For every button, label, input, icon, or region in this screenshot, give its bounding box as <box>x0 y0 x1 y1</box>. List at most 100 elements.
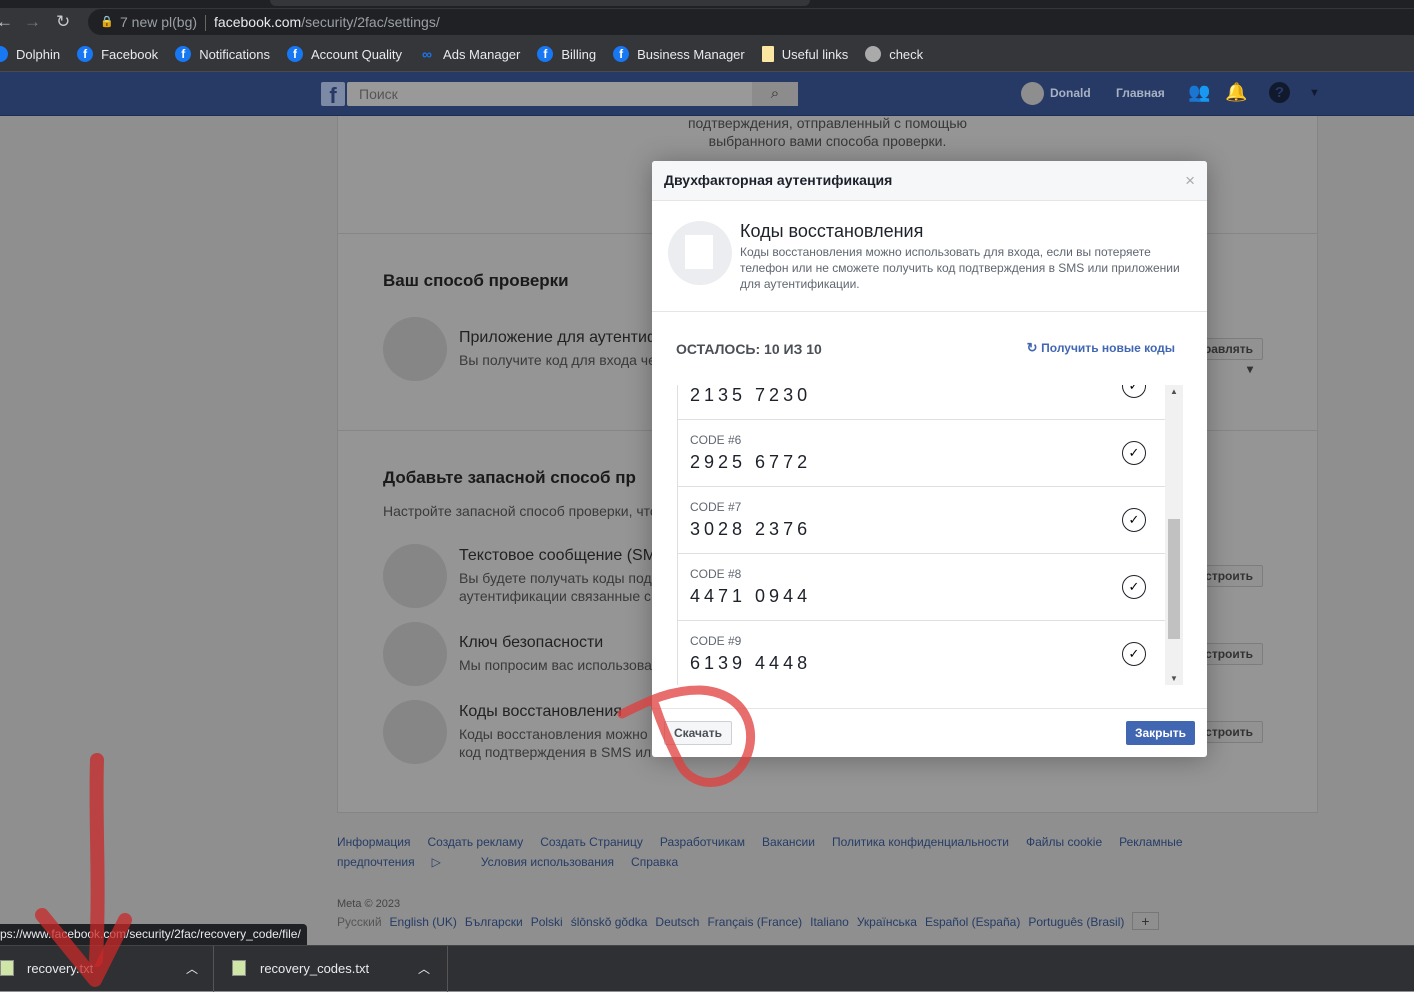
facebook-icon: f <box>175 46 192 62</box>
more-languages-button[interactable]: + <box>1132 912 1159 930</box>
bookmark-billing[interactable]: f Billing <box>537 46 596 62</box>
close-icon[interactable]: × <box>1185 171 1195 191</box>
copyright: Meta © 2023 <box>337 898 401 910</box>
search-input[interactable]: Поиск ⌕ <box>347 82 798 106</box>
footer-link[interactable]: Создать Страницу <box>540 835 643 849</box>
help-icon[interactable]: ? <box>1269 82 1290 103</box>
facebook-logo[interactable]: f <box>321 82 345 108</box>
footer-link[interactable]: Условия использования <box>481 855 614 869</box>
close-button[interactable]: Закрыть <box>1125 721 1195 745</box>
bookmark-dolphin[interactable]: Dolphin <box>0 46 60 62</box>
receipt-icon <box>668 221 732 285</box>
active-tab[interactable] <box>270 0 810 6</box>
footer-link[interactable]: Вакансии <box>762 835 815 849</box>
sms-title: Текстовое сообщение (SM <box>459 547 657 564</box>
back-icon[interactable]: ← <box>0 12 13 32</box>
bookmark-check[interactable]: check <box>865 46 923 62</box>
check-circle-icon: ✓ <box>1122 441 1146 465</box>
download-item[interactable]: recovery_codes.txt ︿ <box>214 946 448 992</box>
language-link[interactable]: English (UK) <box>390 915 457 929</box>
home-link[interactable]: Главная <box>1116 86 1165 100</box>
footer: Информация Создать рекламу Создать Страниц… <box>337 832 1318 930</box>
language-link[interactable]: Italiano <box>810 915 849 929</box>
globe-icon <box>865 46 882 62</box>
language-link[interactable]: Русский <box>337 915 382 929</box>
check-circle-icon: ✓ <box>1122 642 1146 666</box>
recovery-codes-desc: Коды восстановления можно <box>459 726 648 742</box>
bookmark-account-quality[interactable]: f Account Quality <box>287 46 402 62</box>
footer-link[interactable]: Файлы cookie <box>1026 835 1102 849</box>
language-link[interactable]: Polski <box>531 915 563 929</box>
search-icon[interactable]: ⌕ <box>752 82 798 106</box>
language-link[interactable]: ślōnskŏ gŏdka <box>571 915 648 929</box>
url-host: facebook.com <box>214 14 302 30</box>
footer-link[interactable]: Разработчикам <box>660 835 745 849</box>
chevron-up-icon[interactable]: ︿ <box>418 946 430 992</box>
bookmark-facebook[interactable]: f Facebook <box>77 46 158 62</box>
adchoices-icon[interactable]: ▷ <box>432 855 441 869</box>
security-key-desc: Мы попросим вас использова <box>459 657 652 673</box>
avatar[interactable] <box>1021 82 1044 105</box>
sms-desc: Вы будете получать коды под <box>459 570 652 586</box>
code-value: 6139 4448 <box>690 653 812 673</box>
file-icon <box>232 960 246 976</box>
recovery-intro: Коды восстановления Коды восстановления … <box>652 201 1207 312</box>
scrollbar[interactable]: ▲ ▼ <box>1165 385 1183 685</box>
intro-title: Коды восстановления <box>740 221 924 241</box>
dialog-title: Двухфакторная аутентификация <box>652 161 1207 201</box>
footer-link[interactable]: Справка <box>631 855 678 869</box>
bookmarks-bar: Dolphin f Facebook f Notifications f Accoun… <box>0 37 1414 72</box>
download-item[interactable]: recovery.txt ︿ <box>0 946 214 992</box>
footer-link[interactable]: Политика конфиденциальности <box>832 835 1009 849</box>
language-link[interactable]: Français (France) <box>707 915 802 929</box>
profile-link[interactable]: Donald <box>1050 86 1091 100</box>
code-row: CODE #7 3028 2376 ✓ <box>678 487 1166 554</box>
check-circle-icon: ✓ <box>1122 575 1146 599</box>
downloads-bar: recovery.txt ︿ recovery_codes.txt ︿ <box>0 945 1414 992</box>
sms-desc: аутентификации связанные с <box>459 588 652 604</box>
lock-icon: 🔒 <box>100 16 114 28</box>
tab-search-hint: 7 new pl(bg) <box>120 14 198 30</box>
address-bar[interactable]: 🔒 7 new pl(bg) facebook.com/security/2fac/… <box>88 9 1414 35</box>
download-button[interactable]: Скачать <box>664 721 732 745</box>
code-label: CODE #7 <box>690 500 742 514</box>
chevron-down-icon[interactable]: ▼ <box>1309 87 1320 99</box>
code-label: CODE #9 <box>690 634 742 648</box>
language-link[interactable]: Português (Brasil) <box>1028 915 1124 929</box>
facebook-icon: f <box>287 46 303 62</box>
language-link[interactable]: Українська <box>857 915 917 929</box>
code-value: 3028 2376 <box>690 519 812 539</box>
security-key-icon <box>383 622 447 686</box>
language-link[interactable]: Español (España) <box>925 915 1020 929</box>
code-label: CODE #8 <box>690 567 742 581</box>
code-row: CODE #6 2925 6772 ✓ <box>678 420 1166 487</box>
intro-desc: Коды восстановления можно использовать д… <box>740 245 1180 291</box>
footer-link[interactable]: Информация <box>337 835 410 849</box>
code-label: CODE #6 <box>690 433 742 447</box>
facebook-icon: f <box>613 46 630 62</box>
code-value: 2925 6772 <box>690 452 812 472</box>
auth-app-desc: Вы получите код для входа че <box>459 352 656 368</box>
status-url: ps://www.facebook.com/security/2fac/reco… <box>0 924 307 945</box>
facebook-header: f Поиск ⌕ Donald Главная 👥 🔔 ? ▼ <box>0 72 1414 116</box>
bookmark-useful-links[interactable]: Useful links <box>761 46 848 62</box>
chevron-up-icon[interactable]: ︿ <box>186 946 198 992</box>
reload-icon[interactable]: ↻ <box>56 12 70 32</box>
footer-link[interactable]: Создать рекламу <box>427 835 523 849</box>
code-row: CODE #8 4471 0944 ✓ <box>678 554 1166 621</box>
tab-strip <box>0 0 1414 8</box>
bookmark-business-manager[interactable]: f Business Manager <box>613 46 745 62</box>
forward-icon[interactable]: → <box>24 12 41 32</box>
two-factor-dialog: Двухфакторная аутентификация × Коды восс… <box>652 161 1207 757</box>
facebook-icon: f <box>77 46 94 62</box>
bookmark-notifications[interactable]: f Notifications <box>175 46 270 62</box>
language-link[interactable]: Български <box>465 915 523 929</box>
security-key-title: Ключ безопасности <box>459 634 604 651</box>
get-new-codes-link[interactable]: ↻ Получить новые коды <box>1027 340 1175 356</box>
bell-icon[interactable]: 🔔 <box>1225 82 1247 103</box>
language-link[interactable]: Deutsch <box>655 915 699 929</box>
friends-icon[interactable]: 👥 <box>1188 82 1210 103</box>
dialog-footer: Скачать Закрыть <box>652 708 1207 745</box>
bookmark-ads-manager[interactable]: ∞ Ads Manager <box>419 46 520 62</box>
scrollbar-thumb[interactable] <box>1168 519 1180 639</box>
